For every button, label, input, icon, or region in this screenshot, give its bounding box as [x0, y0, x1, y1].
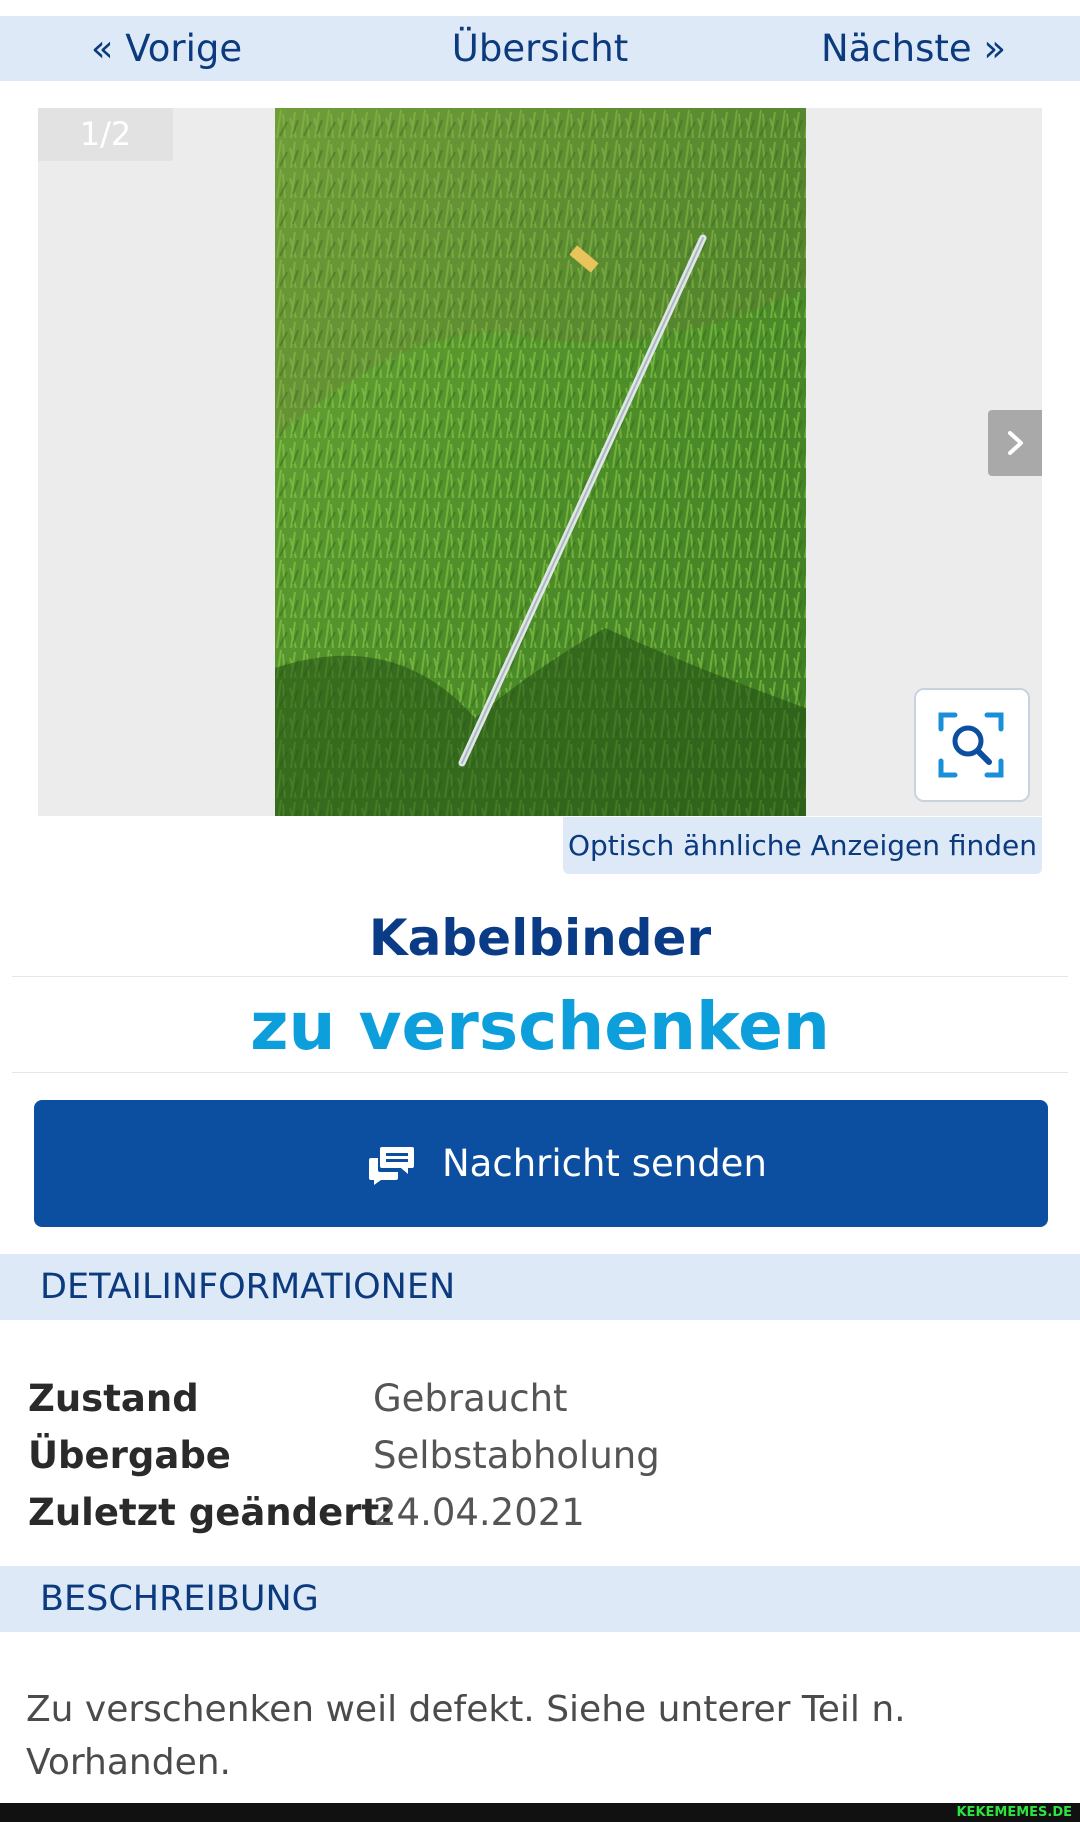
listing-price: zu verschenken — [250, 988, 830, 1065]
overview-link[interactable]: Übersicht — [373, 16, 707, 81]
description-section-header: BESCHREIBUNG — [0, 1566, 1080, 1632]
image-search-icon — [938, 712, 1004, 778]
top-navigation: « Vorige Übersicht Nächste » — [0, 16, 1080, 81]
previous-link[interactable]: « Vorige — [0, 16, 333, 81]
detail-label-condition: Zustand — [28, 1377, 199, 1420]
chevron-right-icon — [1008, 431, 1023, 455]
details-heading: DETAILINFORMATIONEN — [40, 1267, 456, 1307]
footer-bar — [0, 1803, 1080, 1822]
watermark: KEKEMEMES.DE — [956, 1805, 1072, 1820]
divider — [12, 1072, 1068, 1073]
similar-ads-link[interactable]: Optisch ähnliche Anzeigen finden — [563, 817, 1042, 874]
detail-label-last-changed: Zuletzt geändert: — [28, 1491, 394, 1534]
divider — [12, 976, 1068, 977]
send-message-label: Nachricht senden — [442, 1142, 767, 1185]
detail-value-condition: Gebraucht — [373, 1377, 568, 1420]
chat-bubbles-icon — [369, 1147, 414, 1185]
listing-title: Kabelbinder — [368, 909, 712, 967]
description-text: Zu verschenken weil defekt. Siehe untere… — [26, 1689, 906, 1783]
visual-search-button[interactable] — [914, 688, 1030, 802]
details-section-header: DETAILINFORMATIONEN — [0, 1254, 1080, 1320]
detail-value-handover: Selbstabholung — [373, 1434, 660, 1477]
next-link[interactable]: Nächste » — [747, 16, 1080, 81]
listing-photo[interactable] — [275, 108, 806, 816]
image-counter: 1/2 — [38, 108, 173, 161]
description-heading: BESCHREIBUNG — [40, 1579, 319, 1619]
detail-label-handover: Übergabe — [28, 1434, 231, 1477]
detail-value-last-changed: 24.04.2021 — [373, 1491, 585, 1534]
send-message-button[interactable]: Nachricht senden — [34, 1100, 1048, 1227]
image-gallery: 1/2 — [38, 108, 1042, 816]
next-image-button[interactable] — [988, 410, 1042, 476]
